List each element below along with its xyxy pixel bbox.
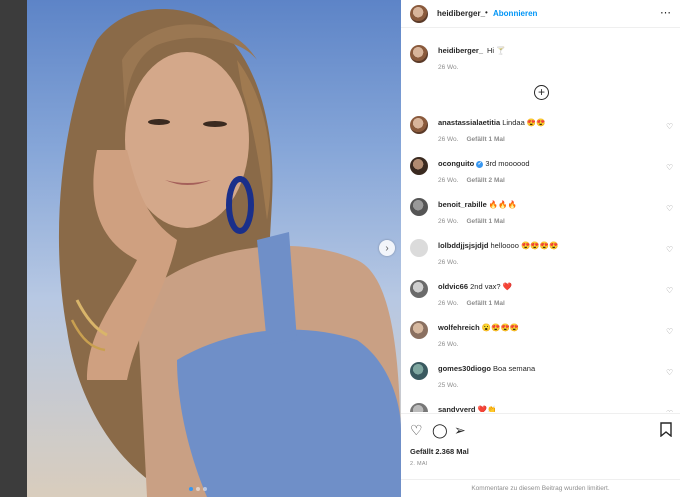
heart-icon[interactable]: ♡ bbox=[666, 286, 673, 295]
load-more-comments-icon[interactable]: + bbox=[534, 85, 549, 100]
share-paper-plane-icon[interactable]: ➢ bbox=[454, 422, 466, 439]
comment-text: Boa semana bbox=[493, 364, 536, 373]
comment-meta: 26 Wo. Gefällt 1 Mal bbox=[438, 218, 505, 225]
comment-body: wolfehreich 😮😍😍😍 bbox=[438, 323, 519, 332]
comment-body: benoit_rabille 🔥🔥🔥 bbox=[438, 200, 517, 209]
commenter-avatar[interactable] bbox=[410, 157, 428, 175]
commenter-avatar[interactable] bbox=[410, 280, 428, 298]
comments-list[interactable]: anastassialaetitia Lindaa 😍😍 26 Wo. Gefäl… bbox=[401, 110, 680, 412]
header-separator: • bbox=[485, 8, 488, 17]
like-count[interactable]: Gefällt 2.368 Mal bbox=[410, 447, 469, 456]
comment-text: 🔥🔥🔥 bbox=[488, 200, 517, 209]
carousel-dot bbox=[203, 487, 207, 491]
photo-illustration bbox=[58, 9, 401, 497]
verified-badge-icon: ✓ bbox=[476, 160, 484, 168]
comment-time[interactable]: 26 Wo. bbox=[438, 300, 458, 307]
comment-item: oldvic66 2nd vax? ❤️ 26 Wo. Gefällt 1 Mal… bbox=[401, 274, 680, 314]
heart-icon[interactable]: ♡ bbox=[666, 204, 673, 213]
commenter-avatar[interactable] bbox=[410, 321, 428, 339]
commenter-avatar[interactable] bbox=[410, 362, 428, 380]
comment-item: anastassialaetitia Lindaa 😍😍 26 Wo. Gefäl… bbox=[401, 110, 680, 150]
comment-likes[interactable]: Gefällt 2 Mal bbox=[466, 177, 504, 184]
comment-likes[interactable]: Gefällt 1 Mal bbox=[466, 300, 504, 307]
post-date[interactable]: 2. MAI bbox=[410, 461, 428, 467]
next-image-button[interactable]: › bbox=[379, 240, 395, 256]
comment-likes[interactable]: Gefällt 1 Mal bbox=[466, 218, 504, 225]
comment-time[interactable]: 26 Wo. bbox=[438, 218, 458, 225]
comment-text: Lindaa 😍😍 bbox=[502, 118, 546, 127]
bookmark-icon[interactable] bbox=[660, 422, 672, 440]
comment-time[interactable]: 26 Wo. bbox=[438, 136, 458, 143]
commenter-username[interactable]: lolbddjjsjsjdjd bbox=[438, 241, 488, 250]
comment-body: oconguito ✓ 3rd moooood bbox=[438, 159, 530, 168]
comment-body: oldvic66 2nd vax? ❤️ bbox=[438, 282, 512, 291]
comment-meta: 26 Wo. Gefällt 1 Mal bbox=[438, 136, 505, 143]
comment-item: lolbddjjsjsjdjd helloooo 😍😍😍😍 26 Wo. ♡ bbox=[401, 233, 680, 273]
comment-body: sandyyerd ❤️👏 bbox=[438, 405, 496, 412]
more-options-icon[interactable]: ⋯ bbox=[660, 6, 671, 19]
comment-item: oconguito ✓ 3rd moooood 26 Wo. Gefällt 2 M… bbox=[401, 151, 680, 191]
commenter-username[interactable]: sandyyerd bbox=[438, 405, 476, 412]
commenter-avatar[interactable] bbox=[410, 403, 428, 412]
commenter-avatar[interactable] bbox=[410, 116, 428, 134]
author-username[interactable]: heidiberger_ bbox=[437, 9, 485, 18]
comment-time[interactable]: 26 Wo. bbox=[438, 341, 458, 348]
like-heart-icon[interactable]: ♡ bbox=[410, 422, 423, 439]
comment-meta: 26 Wo. Gefällt 2 Mal bbox=[438, 177, 505, 184]
comment-text: ❤️👏 bbox=[477, 405, 497, 412]
commenter-username[interactable]: benoit_rabille bbox=[438, 200, 487, 209]
commenter-username[interactable]: gomes30diogo bbox=[438, 364, 491, 373]
comment-text: helloooo 😍😍😍😍 bbox=[490, 241, 559, 250]
comment-text: 3rd moooood bbox=[485, 159, 530, 168]
author-avatar[interactable] bbox=[410, 5, 428, 23]
heart-icon[interactable]: ♡ bbox=[666, 122, 673, 131]
comment-bubble-icon[interactable]: ◯ bbox=[432, 422, 448, 439]
comment-body: gomes30diogo Boa semana bbox=[438, 364, 535, 373]
heart-icon[interactable]: ♡ bbox=[666, 368, 673, 377]
caption-avatar[interactable] bbox=[410, 45, 428, 63]
commenter-avatar[interactable] bbox=[410, 198, 428, 216]
heart-icon[interactable]: ♡ bbox=[666, 245, 673, 254]
commenter-username[interactable]: wolfehreich bbox=[438, 323, 480, 332]
commenter-avatar[interactable] bbox=[410, 239, 428, 257]
heart-icon[interactable]: ♡ bbox=[666, 409, 673, 412]
comment-time[interactable]: 25 Wo. bbox=[438, 382, 458, 389]
comment-text: 2nd vax? ❤️ bbox=[470, 282, 512, 291]
comment-body: anastassialaetitia Lindaa 😍😍 bbox=[438, 118, 546, 127]
carousel-dot bbox=[189, 487, 193, 491]
heart-icon[interactable]: ♡ bbox=[666, 327, 673, 336]
carousel-indicator bbox=[189, 487, 207, 491]
comment-meta: 25 Wo. bbox=[438, 382, 458, 389]
post-actions: ♡ ◯ ➢ Gefällt 2.368 Mal 2. MAI Kommentar… bbox=[401, 413, 680, 497]
heart-icon[interactable]: ♡ bbox=[666, 163, 673, 172]
commenter-username[interactable]: oconguito bbox=[438, 159, 474, 168]
comment-text: 😮😍😍😍 bbox=[481, 323, 520, 332]
post-side-panel: heidiberger_ • Abonnieren ⋯ heidiberger_… bbox=[401, 0, 680, 497]
comment-item: sandyyerd ❤️👏 ♡ bbox=[401, 397, 680, 412]
comment-item: wolfehreich 😮😍😍😍 26 Wo. ♡ bbox=[401, 315, 680, 355]
post-modal: › heidiberger_ • Abonnieren ⋯ heidiberge… bbox=[0, 0, 680, 497]
commenter-username[interactable]: anastassialaetitia bbox=[438, 118, 500, 127]
post-photo[interactable] bbox=[27, 0, 401, 497]
follow-button[interactable]: Abonnieren bbox=[493, 9, 537, 18]
comment-item: gomes30diogo Boa semana 25 Wo. ♡ bbox=[401, 356, 680, 396]
caption-time[interactable]: 26 Wo. bbox=[438, 64, 458, 71]
comment-item: benoit_rabille 🔥🔥🔥 26 Wo. Gefällt 1 Mal ♡ bbox=[401, 192, 680, 232]
caption-text: Hi 🍸 bbox=[487, 46, 506, 55]
comment-time[interactable]: 26 Wo. bbox=[438, 259, 458, 266]
comment-meta: 26 Wo. Gefällt 1 Mal bbox=[438, 300, 505, 307]
post-header: heidiberger_ • Abonnieren ⋯ bbox=[401, 0, 680, 28]
comment-time[interactable]: 26 Wo. bbox=[438, 177, 458, 184]
comment-body: lolbddjjsjsjdjd helloooo 😍😍😍😍 bbox=[438, 241, 558, 250]
comment-meta: 26 Wo. bbox=[438, 259, 458, 266]
comments-limited-notice: Kommentare zu diesem Beitrag wurden limi… bbox=[401, 479, 680, 497]
caption-username[interactable]: heidiberger_ bbox=[438, 46, 483, 55]
commenter-username[interactable]: oldvic66 bbox=[438, 282, 468, 291]
comment-meta: 26 Wo. bbox=[438, 341, 458, 348]
carousel-dot bbox=[196, 487, 200, 491]
comment-likes[interactable]: Gefällt 1 Mal bbox=[466, 136, 504, 143]
